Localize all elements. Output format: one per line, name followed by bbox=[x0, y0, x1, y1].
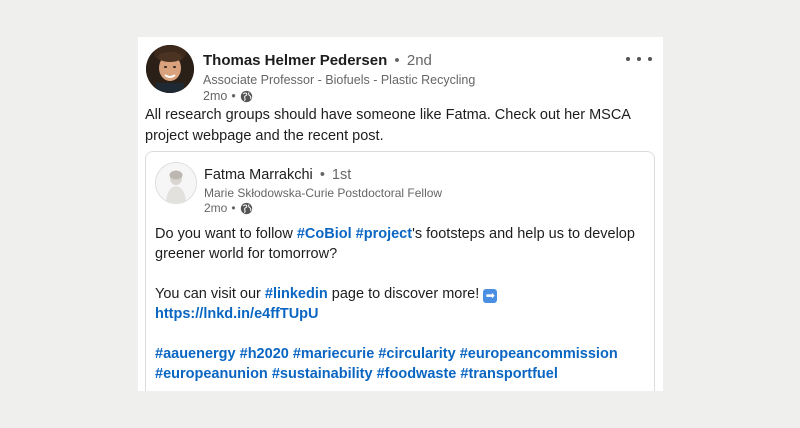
text-segment: You can visit our bbox=[155, 286, 265, 302]
reshared-author-headline: Marie Skłodowska-Curie Postdoctoral Fell… bbox=[204, 186, 443, 200]
more-dot bbox=[626, 57, 630, 61]
author-avatar[interactable] bbox=[146, 45, 194, 93]
reshared-author-line: Fatma Marrakchi • 1st bbox=[204, 167, 351, 183]
separator: • bbox=[319, 167, 325, 183]
hashtag-europeancommission[interactable]: #europeancommission bbox=[460, 346, 618, 362]
shortened-link[interactable]: https://lnkd.in/e4ffTUpU bbox=[155, 306, 319, 322]
hashtag-list: #aauenergy #h2020 #mariecurie #circulari… bbox=[155, 344, 645, 384]
reshared-link-paragraph: https://lnkd.in/e4ffTUpU bbox=[155, 304, 645, 324]
reshared-paragraph-2: You can visit our #linkedin page to disc… bbox=[155, 284, 645, 304]
reshared-author-photo bbox=[156, 163, 196, 203]
post-time: 2mo bbox=[203, 89, 228, 103]
author-name[interactable]: Thomas Helmer Pedersen bbox=[203, 52, 387, 69]
arrow-right-emoji-icon: ➡ bbox=[483, 289, 498, 303]
reshared-paragraph-1: Do you want to follow #CoBiol #project's… bbox=[155, 224, 645, 264]
separator: • bbox=[394, 52, 400, 69]
hashtag-europeanunion[interactable]: #europeanunion bbox=[155, 366, 268, 382]
reshared-meta: 2mo • bbox=[204, 201, 253, 215]
hashtag-foodwaste[interactable]: #foodwaste bbox=[377, 366, 457, 382]
author-photo bbox=[146, 45, 194, 93]
globe-icon bbox=[240, 90, 252, 102]
hashtag-cobiol[interactable]: #CoBiol bbox=[297, 226, 352, 242]
reshared-time: 2mo bbox=[204, 201, 228, 215]
meta-separator: • bbox=[231, 201, 236, 215]
more-dot bbox=[637, 57, 641, 61]
hashtag-transportfuel[interactable]: #transportfuel bbox=[460, 366, 558, 382]
reshared-author-avatar[interactable] bbox=[155, 162, 197, 204]
reshared-post[interactable]: Fatma Marrakchi • 1st Marie Skłodowska-C… bbox=[145, 151, 655, 391]
meta-separator: • bbox=[231, 89, 236, 103]
reshared-body: Do you want to follow #CoBiol #project's… bbox=[155, 224, 645, 384]
author-headline: Associate Professor - Biofuels - Plastic… bbox=[203, 73, 476, 87]
hashtag-mariecurie[interactable]: #mariecurie bbox=[293, 346, 374, 362]
connection-degree: 1st bbox=[331, 167, 352, 183]
reshared-author-name[interactable]: Fatma Marrakchi bbox=[204, 167, 313, 183]
hashtag-circularity[interactable]: #circularity bbox=[378, 346, 455, 362]
more-dot bbox=[648, 57, 652, 61]
post-text: All research groups should have someone … bbox=[145, 107, 631, 144]
author-line: Thomas Helmer Pedersen • 2nd bbox=[203, 52, 432, 69]
more-options-icon[interactable] bbox=[626, 51, 652, 67]
globe-icon bbox=[240, 202, 252, 214]
text-segment: page to discover more! bbox=[327, 286, 484, 302]
hashtag-project[interactable]: #project bbox=[356, 226, 412, 242]
hashtag-linkedin[interactable]: #linkedin bbox=[265, 286, 328, 302]
text-segment: Do you want to follow bbox=[155, 226, 297, 242]
connection-degree: 2nd bbox=[406, 52, 432, 69]
hashtag-h2020[interactable]: #h2020 bbox=[240, 346, 289, 362]
hashtag-aauenergy[interactable]: #aauenergy bbox=[155, 346, 236, 362]
post-header: Thomas Helmer Pedersen • 2nd Associate P… bbox=[146, 45, 656, 105]
post-meta: 2mo • bbox=[203, 89, 253, 103]
post-card: Thomas Helmer Pedersen • 2nd Associate P… bbox=[138, 37, 663, 391]
hashtag-sustainability[interactable]: #sustainability bbox=[272, 366, 373, 382]
